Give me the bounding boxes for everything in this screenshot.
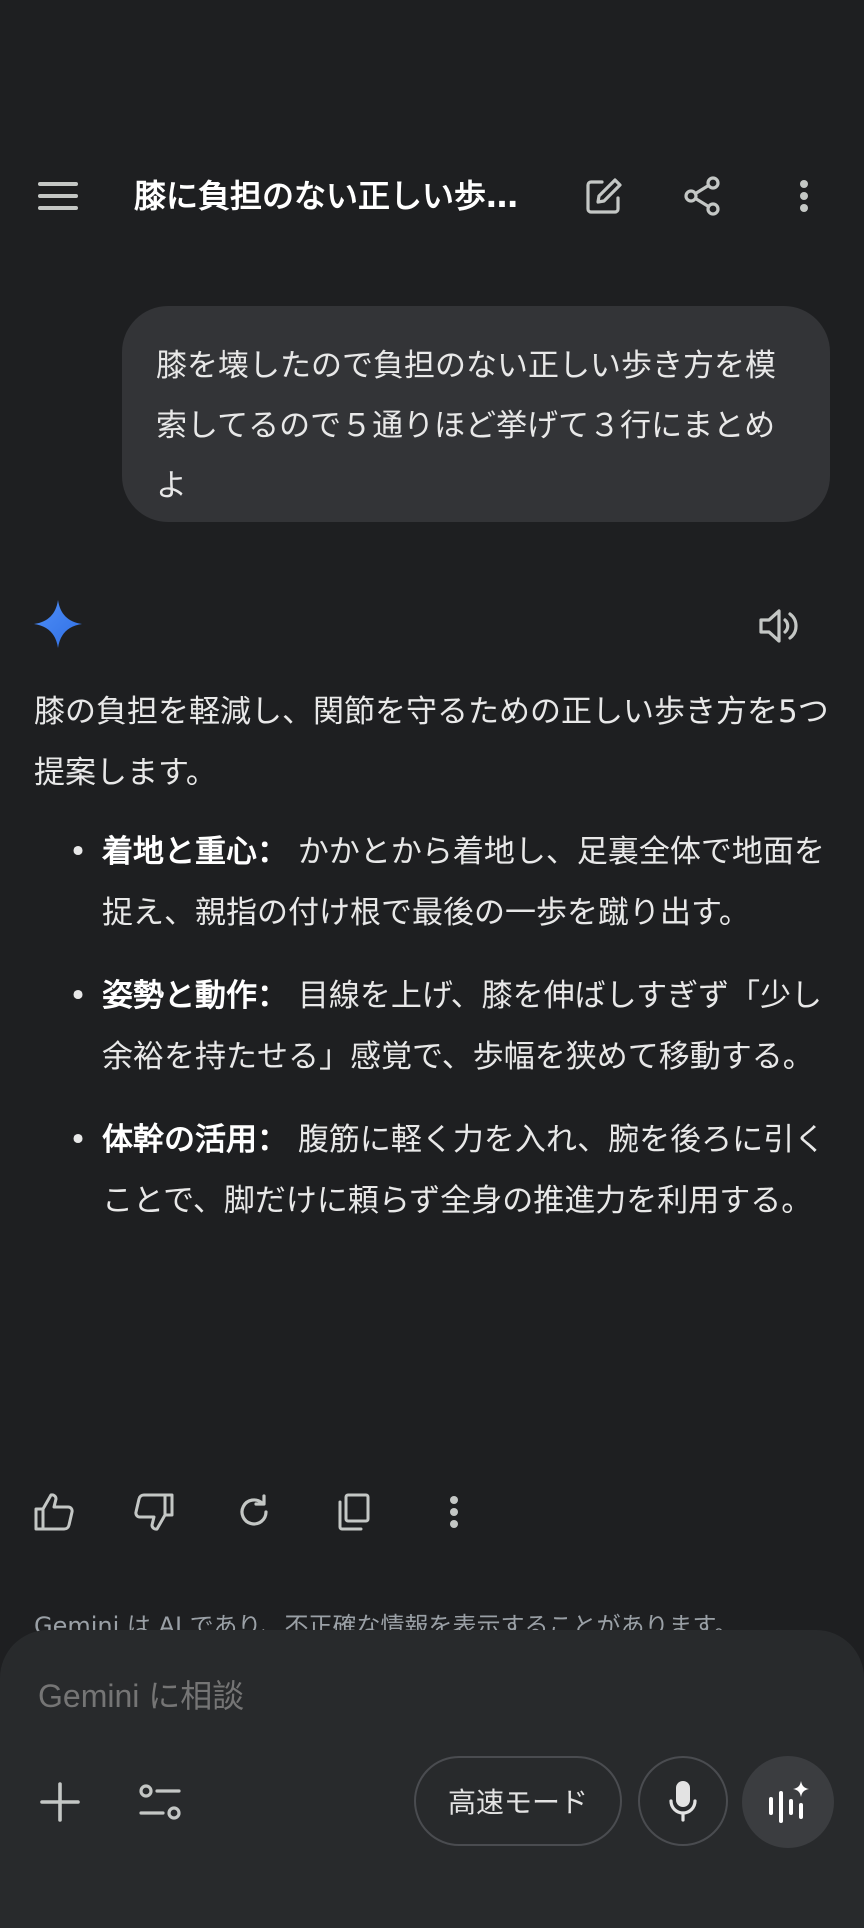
thumbs-down-icon	[134, 1493, 174, 1531]
tools-button[interactable]	[128, 1770, 192, 1834]
menu-icon	[38, 182, 78, 210]
bullet-title: 姿勢と動作：	[102, 978, 288, 1014]
share-button[interactable]	[670, 164, 734, 228]
list-item: • 着地と重心： かかとから着地し、足裏全体で地面を捉え、親指の付け根で最後の一…	[34, 822, 834, 944]
composer-panel: 高速モード	[0, 1630, 864, 1928]
gemini-sparkle-icon	[34, 600, 82, 648]
share-icon	[684, 176, 720, 216]
bullet-dot: •	[68, 1122, 88, 1158]
prompt-input[interactable]	[38, 1676, 638, 1716]
thumbs-down-button[interactable]	[122, 1480, 186, 1544]
app-root: 膝に負担のない正しい歩き方 膝を壊したので負担のない正しい歩き方を模索してるので…	[0, 0, 864, 1928]
regenerate-button[interactable]	[222, 1480, 286, 1544]
response-bullet-list: • 着地と重心： かかとから着地し、足裏全体で地面を捉え、親指の付け根で最後の一…	[34, 822, 834, 1254]
edit-icon	[586, 178, 622, 214]
copy-button[interactable]	[322, 1480, 386, 1544]
more-options-button[interactable]	[772, 164, 836, 228]
top-bar: 膝に負担のない正しい歩き方	[0, 150, 864, 242]
response-actions	[22, 1480, 522, 1544]
bullet-title: 着地と重心：	[102, 834, 288, 870]
response-intro: 膝の負担を軽減し、関節を守るための正しい歩き方を5つ提案します。	[34, 694, 829, 791]
refresh-icon	[240, 1494, 268, 1526]
copy-icon	[338, 1493, 370, 1531]
bullet-dot: •	[68, 834, 88, 870]
more-vert-icon	[800, 180, 808, 212]
thumbs-up-button[interactable]	[22, 1480, 86, 1544]
response-more-button[interactable]	[422, 1480, 486, 1544]
menu-button[interactable]	[26, 164, 90, 228]
add-button[interactable]	[28, 1770, 92, 1834]
new-chat-button[interactable]	[572, 164, 636, 228]
microphone-icon	[669, 1781, 697, 1822]
live-mode-button[interactable]	[742, 1756, 834, 1848]
list-item: • 姿勢と動作： 目線を上げ、膝を伸ばしすぎず「少し余裕を持たせる」感覚で、歩幅…	[34, 966, 834, 1088]
conversation-title[interactable]: 膝に負担のない正しい歩き方	[134, 176, 534, 216]
bullet-title: 体幹の活用：	[102, 1122, 288, 1158]
bullet-dot: •	[68, 978, 88, 1014]
list-item: • 体幹の活用： 腹筋に軽く力を入れ、腕を後ろに引くことで、脚だけに頼らず全身の…	[34, 1110, 834, 1232]
more-vert-icon	[450, 1496, 458, 1528]
live-sparkle-icon	[769, 1781, 809, 1823]
read-aloud-button[interactable]	[752, 598, 808, 654]
plus-icon	[40, 1782, 80, 1822]
microphone-button[interactable]	[638, 1756, 728, 1846]
speaker-icon	[759, 609, 798, 643]
user-message-bubble: 膝を壊したので負担のない正しい歩き方を模索してるので５通りほど挙げて３行にまとめ…	[122, 306, 830, 522]
tune-icon	[139, 1784, 181, 1820]
thumbs-up-icon	[34, 1493, 74, 1531]
mode-selector-button[interactable]: 高速モード	[414, 1756, 622, 1846]
